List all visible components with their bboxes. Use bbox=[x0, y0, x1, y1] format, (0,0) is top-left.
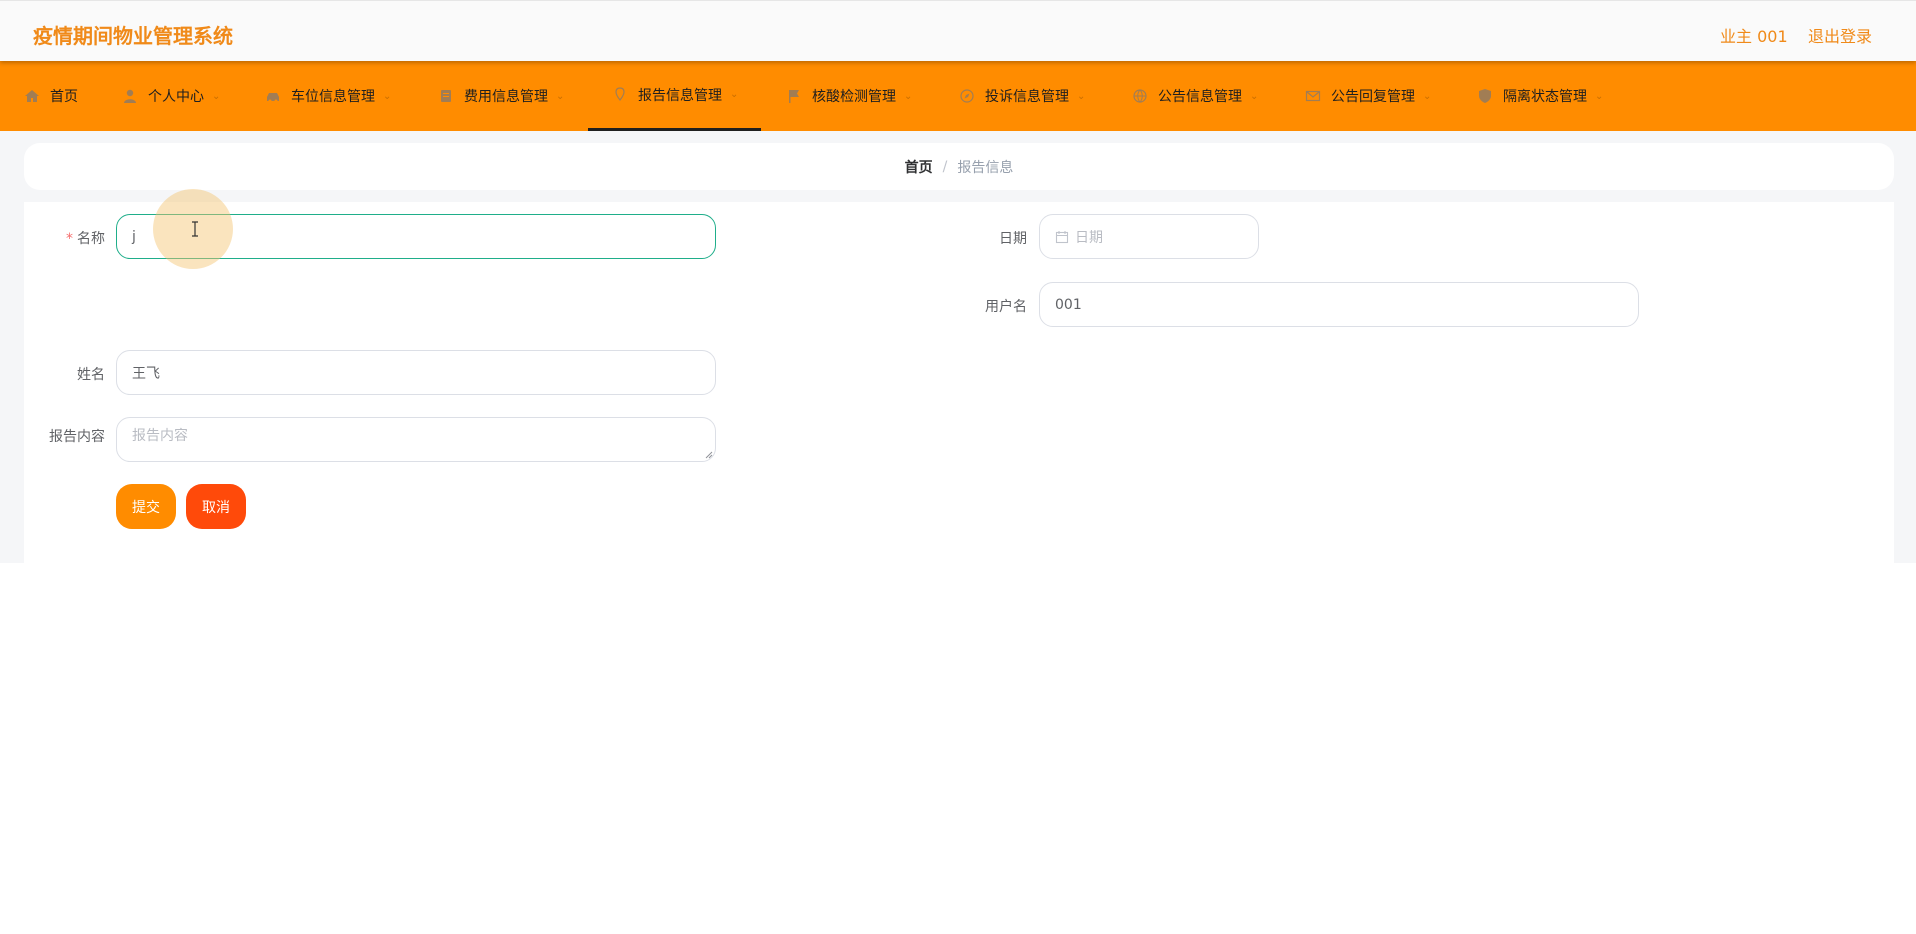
realname-input[interactable]: 王飞 bbox=[116, 350, 716, 395]
breadcrumb-current: 报告信息 bbox=[957, 159, 1014, 176]
nav-label-quarantine: 隔离状态管理 bbox=[1503, 89, 1587, 105]
pin-icon bbox=[612, 86, 628, 103]
chevron-down-icon: ⌄ bbox=[1595, 90, 1604, 102]
nav-label-parking: 车位信息管理 bbox=[291, 89, 375, 105]
compass-icon bbox=[959, 88, 975, 104]
chevron-down-icon: ⌄ bbox=[383, 90, 392, 102]
realname-value: 王飞 bbox=[132, 365, 160, 382]
car-icon bbox=[265, 88, 281, 104]
document-icon bbox=[438, 88, 454, 104]
flag-icon bbox=[786, 88, 802, 104]
username-input[interactable]: 001 bbox=[1039, 282, 1639, 327]
nav-item-parking[interactable]: 车位信息管理 ⌄ bbox=[265, 61, 391, 131]
name-label: * 名称 bbox=[66, 231, 105, 247]
name-input-value: j bbox=[132, 228, 136, 245]
calendar-icon bbox=[1055, 230, 1069, 243]
main-nav: 首页 个人中心 ⌄ 车位信息管理 ⌄ 费用信息管理 ⌄ 报告信息管理 ⌄ 核酸检… bbox=[0, 61, 1916, 131]
chevron-down-icon: ⌄ bbox=[556, 90, 565, 102]
resize-handle-icon[interactable] bbox=[705, 451, 713, 459]
breadcrumb-home[interactable]: 首页 bbox=[905, 157, 933, 177]
nav-label-reports: 报告信息管理 bbox=[638, 87, 722, 104]
date-placeholder: 日期 bbox=[1075, 229, 1103, 246]
home-icon bbox=[24, 88, 40, 104]
current-user: 业主 001 bbox=[1720, 27, 1788, 46]
top-header: 疫情期间物业管理系统 业主 001 退出登录 bbox=[0, 0, 1916, 61]
content-label: 报告内容 bbox=[49, 429, 105, 445]
nav-label-notice-replies: 公告回复管理 bbox=[1331, 89, 1415, 105]
username-label: 用户名 bbox=[985, 299, 1027, 315]
chevron-down-icon: ⌄ bbox=[904, 90, 913, 102]
chevron-down-icon: ⌄ bbox=[212, 90, 221, 102]
shield-icon bbox=[1477, 88, 1493, 104]
nav-item-reports[interactable]: 报告信息管理 ⌄ bbox=[588, 61, 761, 131]
breadcrumb-card: 首页 / 报告信息 bbox=[24, 143, 1894, 190]
nav-label-home: 首页 bbox=[50, 89, 78, 105]
user-icon bbox=[122, 88, 138, 104]
nav-item-notice-replies[interactable]: 公告回复管理 ⌄ bbox=[1305, 61, 1431, 131]
nav-item-personal-center[interactable]: 个人中心 ⌄ bbox=[122, 61, 220, 131]
nav-item-complaints[interactable]: 投诉信息管理 ⌄ bbox=[959, 61, 1085, 131]
nav-label-fees: 费用信息管理 bbox=[464, 89, 548, 105]
content-placeholder: 报告内容 bbox=[132, 428, 188, 444]
nav-label-personal-center: 个人中心 bbox=[148, 89, 204, 105]
nav-item-quarantine[interactable]: 隔离状态管理 ⌄ bbox=[1477, 61, 1603, 131]
chevron-down-icon: ⌄ bbox=[730, 89, 739, 100]
chevron-down-icon: ⌄ bbox=[1077, 90, 1086, 102]
nav-item-nucleic-test[interactable]: 核酸检测管理 ⌄ bbox=[786, 61, 912, 131]
required-asterisk: * bbox=[66, 231, 73, 247]
nav-item-fees[interactable]: 费用信息管理 ⌄ bbox=[438, 61, 564, 131]
nav-label-complaints: 投诉信息管理 bbox=[985, 89, 1069, 105]
submit-button[interactable]: 提交 bbox=[116, 484, 176, 529]
breadcrumb: 首页 / 报告信息 bbox=[24, 143, 1894, 190]
date-picker[interactable]: 日期 bbox=[1039, 214, 1259, 259]
realname-label: 姓名 bbox=[77, 367, 105, 383]
app-title: 疫情期间物业管理系统 bbox=[33, 24, 233, 48]
globe-icon bbox=[1132, 88, 1148, 104]
logout-link[interactable]: 退出登录 bbox=[1808, 23, 1872, 47]
content-textarea[interactable]: 报告内容 bbox=[116, 417, 716, 462]
breadcrumb-separator: / bbox=[942, 158, 948, 175]
cancel-button[interactable]: 取消 bbox=[186, 484, 246, 529]
username-value: 001 bbox=[1055, 296, 1082, 313]
nav-label-nucleic-test: 核酸检测管理 bbox=[812, 89, 896, 105]
nav-item-home[interactable]: 首页 bbox=[24, 61, 78, 131]
nav-item-notices[interactable]: 公告信息管理 ⌄ bbox=[1132, 61, 1258, 131]
nav-label-notices: 公告信息管理 bbox=[1158, 89, 1242, 105]
chevron-down-icon: ⌄ bbox=[1423, 90, 1432, 102]
mail-icon bbox=[1305, 88, 1321, 104]
chevron-down-icon: ⌄ bbox=[1250, 90, 1259, 102]
name-input[interactable]: j bbox=[116, 214, 716, 259]
date-label: 日期 bbox=[999, 231, 1027, 247]
